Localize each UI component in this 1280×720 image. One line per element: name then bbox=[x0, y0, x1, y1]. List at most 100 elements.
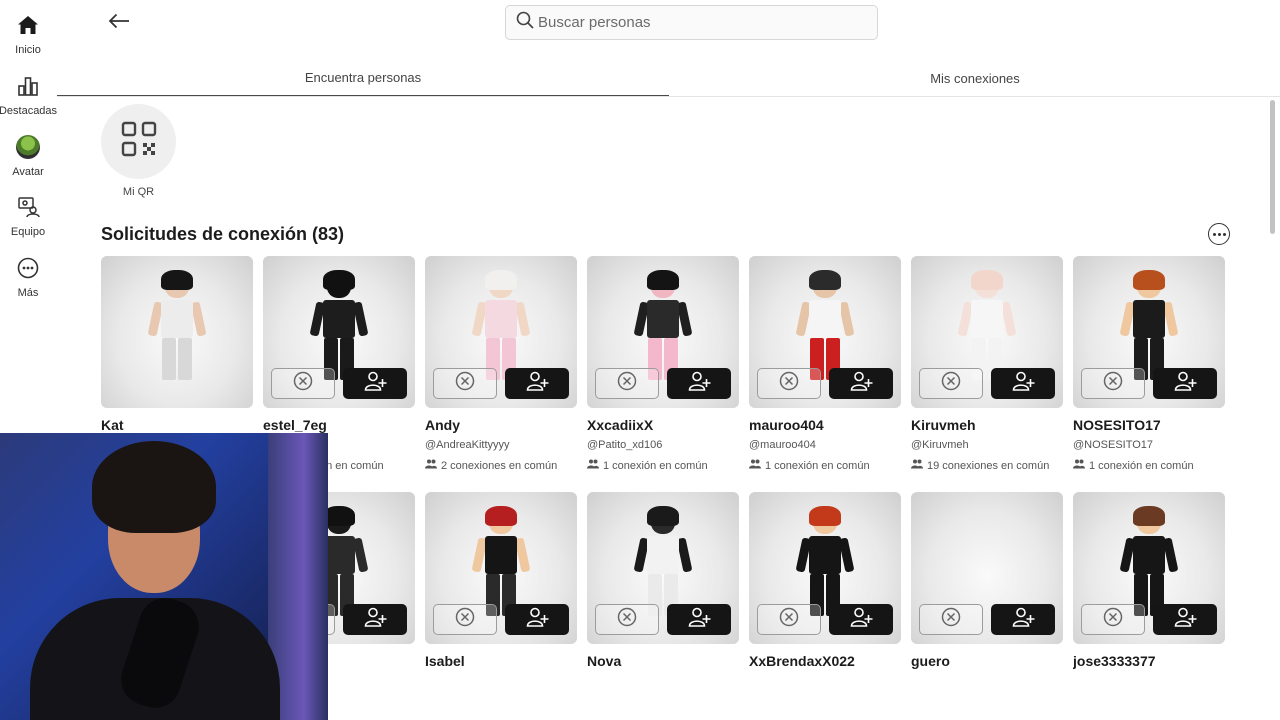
add-friend-icon bbox=[849, 370, 873, 397]
connection-card: Isabel bbox=[425, 492, 577, 669]
scrollbar-thumb[interactable] bbox=[1270, 100, 1275, 234]
accept-button[interactable] bbox=[505, 604, 569, 635]
decline-button[interactable] bbox=[595, 604, 659, 635]
accept-button[interactable] bbox=[1153, 368, 1217, 399]
avatar-thumbnail[interactable] bbox=[911, 256, 1063, 408]
avatar-torso bbox=[809, 300, 841, 338]
accept-button[interactable] bbox=[829, 368, 893, 399]
mutual-connections: 2 conexiones en común bbox=[425, 459, 577, 472]
decline-button[interactable] bbox=[433, 604, 497, 635]
accept-button[interactable] bbox=[667, 604, 731, 635]
card-name[interactable]: mauroo404 bbox=[749, 417, 901, 433]
connection-card: guero bbox=[911, 492, 1063, 669]
decline-button[interactable] bbox=[919, 368, 983, 399]
search-input[interactable] bbox=[538, 14, 858, 31]
avatar-hair bbox=[485, 506, 517, 526]
dot-icon bbox=[1217, 232, 1221, 236]
sidebar-item-label: Más bbox=[17, 287, 39, 299]
avatar-thumbnail[interactable] bbox=[1073, 492, 1225, 644]
connection-card: XxBrendaxX022 bbox=[749, 492, 901, 669]
card-name[interactable]: XxcadiixX bbox=[587, 417, 739, 433]
back-button[interactable] bbox=[104, 10, 134, 36]
accept-button[interactable] bbox=[343, 368, 407, 399]
decline-button[interactable] bbox=[271, 368, 335, 399]
mutual-connections-text: 1 conexión en común bbox=[765, 459, 870, 472]
avatar-leg-r bbox=[178, 338, 192, 380]
more-options-button[interactable] bbox=[1208, 223, 1230, 245]
dot-icon bbox=[1222, 232, 1226, 236]
avatar-torso bbox=[647, 536, 679, 574]
avatar-thumbnail[interactable] bbox=[1073, 256, 1225, 408]
card-name[interactable]: Nova bbox=[587, 653, 739, 669]
sidebar-item-inicio[interactable]: Inicio bbox=[0, 12, 56, 56]
decline-button[interactable] bbox=[595, 368, 659, 399]
card-name[interactable]: jose3333377 bbox=[1073, 653, 1225, 669]
card-handle: @Patito_xd106 bbox=[587, 439, 663, 451]
close-circle-icon bbox=[1103, 371, 1123, 396]
card-handle: @NOSESITO17 bbox=[1073, 439, 1154, 451]
accept-button[interactable] bbox=[991, 604, 1055, 635]
accept-button[interactable] bbox=[829, 604, 893, 635]
avatar-icon bbox=[15, 134, 41, 160]
avatar-hair bbox=[485, 270, 517, 290]
tab-encuentra-personas[interactable]: Encuentra personas bbox=[57, 60, 669, 96]
decline-button[interactable] bbox=[919, 604, 983, 635]
avatar-thumbnail[interactable] bbox=[749, 492, 901, 644]
sidebar-item-destacadas[interactable]: Destacadas bbox=[0, 73, 57, 117]
sidebar-item-avatar[interactable]: Avatar bbox=[0, 134, 56, 178]
avatar-thumbnail[interactable] bbox=[425, 256, 577, 408]
avatar-thumbnail[interactable] bbox=[263, 256, 415, 408]
mutual-connections: 19 conexiones en común bbox=[911, 459, 1063, 472]
avatar-hair bbox=[161, 270, 193, 290]
close-circle-icon bbox=[941, 607, 961, 632]
avatar-torso bbox=[1133, 300, 1165, 338]
avatar-thumbnail[interactable] bbox=[587, 256, 739, 408]
decline-button[interactable] bbox=[757, 604, 821, 635]
card-name[interactable]: NOSESITO17 bbox=[1073, 417, 1225, 433]
add-friend-icon bbox=[363, 370, 387, 397]
card-name[interactable]: Kat bbox=[101, 417, 253, 433]
qr-label: Mi QR bbox=[122, 186, 155, 198]
avatar-hair bbox=[809, 506, 841, 526]
close-circle-icon bbox=[455, 607, 475, 632]
accept-button[interactable] bbox=[505, 368, 569, 399]
card-name[interactable]: Isabel bbox=[425, 653, 577, 669]
qr-button[interactable] bbox=[101, 104, 176, 179]
connection-card: XxcadiixX @Patito_xd106 1 conexión en comú… bbox=[587, 256, 739, 472]
avatar-thumbnail[interactable] bbox=[587, 492, 739, 644]
avatar-thumbnail[interactable] bbox=[749, 256, 901, 408]
connection-card: NOSESITO17 @NOSESITO17 1 conexión en común bbox=[1073, 256, 1225, 472]
sidebar-item-label: Equipo bbox=[10, 226, 46, 238]
card-name[interactable]: Andy bbox=[425, 417, 577, 433]
card-name[interactable]: XxBrendaxX022 bbox=[749, 653, 901, 669]
decline-button[interactable] bbox=[757, 368, 821, 399]
card-name[interactable]: Kiruvmeh bbox=[911, 417, 1063, 433]
card-name[interactable]: estel_7eg bbox=[263, 417, 415, 433]
sidebar-item-mas[interactable]: Más bbox=[0, 255, 56, 299]
avatar-thumbnail[interactable] bbox=[101, 256, 253, 408]
avatar-thumbnail[interactable] bbox=[425, 492, 577, 644]
close-circle-icon bbox=[455, 371, 475, 396]
search-bar[interactable] bbox=[505, 5, 878, 40]
decline-button[interactable] bbox=[1081, 604, 1145, 635]
avatar-torso bbox=[809, 536, 841, 574]
card-name[interactable]: guero bbox=[911, 653, 1063, 669]
close-circle-icon bbox=[941, 371, 961, 396]
card-handle: @Kiruvmeh bbox=[911, 439, 969, 451]
add-friend-icon bbox=[849, 606, 873, 633]
connection-card: Nova bbox=[587, 492, 739, 669]
people-icon bbox=[911, 459, 923, 472]
avatar-torso bbox=[323, 300, 355, 338]
avatar-torso bbox=[485, 300, 517, 338]
accept-button[interactable] bbox=[667, 368, 731, 399]
accept-button[interactable] bbox=[1153, 604, 1217, 635]
avatar-thumbnail[interactable] bbox=[911, 492, 1063, 644]
tab-bar: Encuentra personas Mis conexiones bbox=[57, 60, 1280, 97]
accept-button[interactable] bbox=[991, 368, 1055, 399]
accept-button[interactable] bbox=[343, 604, 407, 635]
sidebar-item-label: Avatar bbox=[12, 166, 44, 178]
decline-button[interactable] bbox=[433, 368, 497, 399]
decline-button[interactable] bbox=[1081, 368, 1145, 399]
tab-mis-conexiones[interactable]: Mis conexiones bbox=[669, 60, 1280, 96]
sidebar-item-equipo[interactable]: Equipo bbox=[0, 194, 56, 238]
